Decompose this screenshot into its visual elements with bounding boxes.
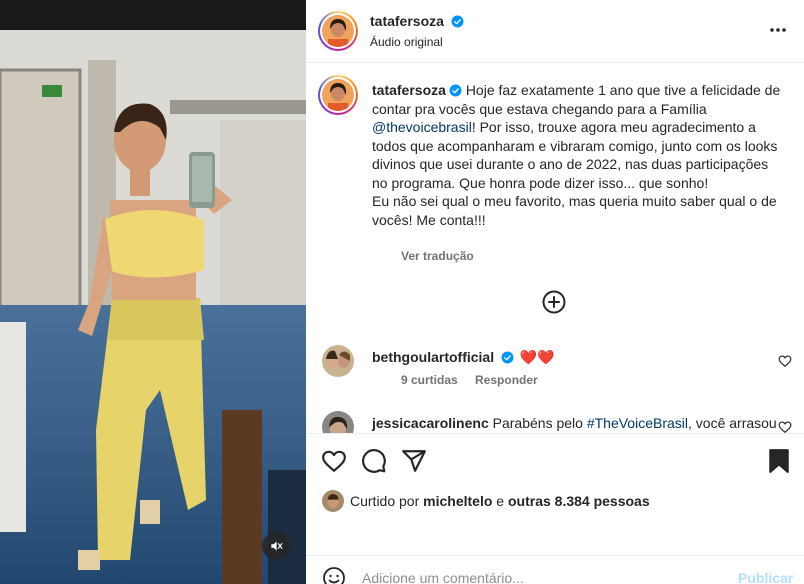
- caption-username[interactable]: tatafersoza: [372, 82, 446, 98]
- audio-link[interactable]: Áudio original: [370, 35, 443, 49]
- likes-text: Curtido por micheltelo e outras 8.384 pe…: [350, 493, 650, 509]
- more-options-button[interactable]: [766, 20, 790, 40]
- caption-author-avatar[interactable]: [318, 75, 358, 115]
- like-heart-icon[interactable]: [321, 448, 347, 474]
- video-frame: [0, 0, 306, 584]
- comment-username[interactable]: bethgoulartofficial: [372, 349, 494, 365]
- comment-bubble-icon[interactable]: [361, 448, 387, 474]
- liker-username[interactable]: micheltelo: [423, 493, 492, 509]
- comment-username[interactable]: jessicacarolinenc: [372, 415, 489, 431]
- author-avatar[interactable]: [318, 11, 358, 51]
- verified-badge-icon: [451, 15, 464, 28]
- likes-prefix: Curtido por: [350, 493, 424, 509]
- comment-meta: 9 curtidas Responder: [401, 373, 552, 387]
- comment-text: , você arrasou: [688, 415, 777, 431]
- comment-input[interactable]: [362, 570, 722, 584]
- caption-mention-link[interactable]: @thevoicebrasil: [372, 119, 472, 135]
- likes-middle: e: [492, 493, 508, 509]
- share-paper-plane-icon[interactable]: [401, 448, 427, 474]
- avatar-photo: [322, 79, 354, 111]
- volume-off-icon: [271, 541, 283, 551]
- caption-text: Eu não sei qual o meu favorito, mas quer…: [372, 193, 777, 228]
- avatar-photo: [322, 345, 354, 377]
- post-caption: tatafersoza Hoje faz exatamente 1 ano qu…: [372, 81, 782, 229]
- mute-button[interactable]: [262, 532, 290, 560]
- post-panel: tatafersoza Áudio original tatafersoza H…: [306, 0, 804, 584]
- add-comment-bar: Publicar: [306, 555, 804, 584]
- verified-badge-icon: [501, 351, 514, 364]
- post-video[interactable]: [0, 0, 306, 584]
- save-bookmark-icon[interactable]: [766, 448, 792, 474]
- post-header: tatafersoza Áudio original: [306, 0, 804, 63]
- avatar-photo: [322, 15, 354, 47]
- comment-text: Parabéns pelo: [492, 415, 587, 431]
- post-actions: [306, 433, 804, 488]
- comment-like-heart-icon[interactable]: [778, 420, 792, 433]
- reply-button[interactable]: Responder: [475, 373, 538, 387]
- comment-likes-count[interactable]: 9 curtidas: [401, 373, 458, 387]
- publish-comment-button[interactable]: Publicar: [738, 570, 793, 584]
- comment-like-heart-icon[interactable]: [778, 354, 792, 368]
- more-horizontal-icon: [770, 28, 786, 32]
- liker-avatar[interactable]: [322, 490, 344, 512]
- plus-circle-icon: [542, 290, 566, 314]
- author-username[interactable]: tatafersoza: [370, 13, 444, 29]
- comment-avatar[interactable]: [322, 411, 354, 433]
- comment-avatar[interactable]: [322, 345, 354, 377]
- comment-text: ❤️❤️: [519, 349, 555, 365]
- verified-badge-icon: [449, 84, 462, 97]
- avatar-photo: [322, 490, 344, 512]
- likes-summary: Curtido por micheltelo e outras 8.384 pe…: [306, 488, 804, 518]
- emoji-icon[interactable]: [322, 566, 346, 584]
- hashtag-link[interactable]: #TheVoiceBrasil: [587, 415, 688, 431]
- avatar-photo: [322, 411, 354, 433]
- load-more-comments-button[interactable]: [542, 290, 566, 314]
- likes-others-link[interactable]: outras 8.384 pessoas: [508, 493, 650, 509]
- see-translation-link[interactable]: Ver tradução: [401, 249, 474, 263]
- comments-scroll-area[interactable]: tatafersoza Hoje faz exatamente 1 ano qu…: [306, 63, 804, 433]
